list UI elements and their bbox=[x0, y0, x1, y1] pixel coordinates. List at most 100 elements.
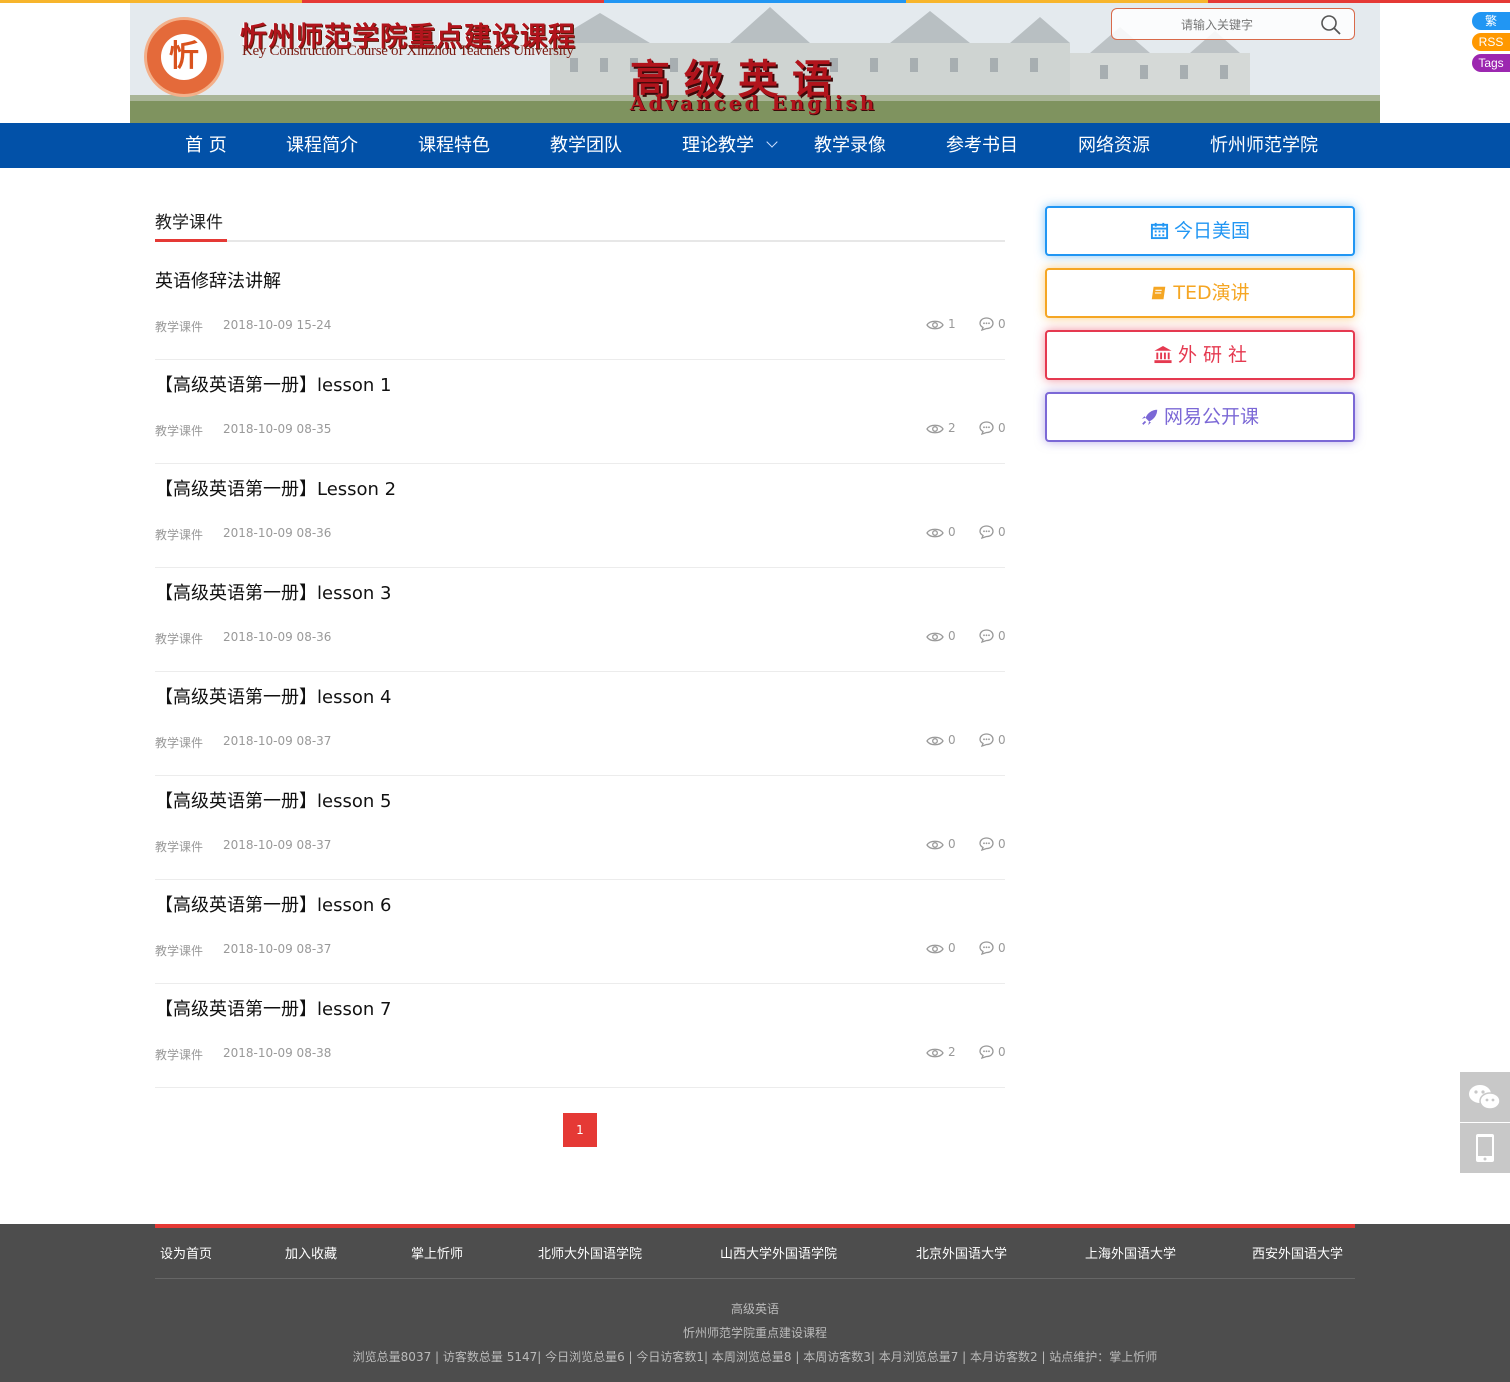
usa-today-button[interactable]: 今日美国 bbox=[1045, 206, 1355, 256]
list-item: 英语修辞法讲解 教学课件 2018-10-09 15-24 1 0 bbox=[155, 256, 1006, 360]
post-category-link[interactable]: 教学课件 bbox=[155, 318, 203, 335]
post-category-link[interactable]: 教学课件 bbox=[155, 630, 203, 647]
comment-icon bbox=[979, 317, 994, 332]
eye-icon bbox=[926, 1048, 944, 1058]
netease-open-course-button[interactable]: 网易公开课 bbox=[1045, 392, 1355, 442]
nav-item-bibliography[interactable]: 参考书目 bbox=[946, 123, 1018, 168]
footer-link-sxu[interactable]: 山西大学外国语学院 bbox=[720, 1243, 837, 1262]
bank-icon bbox=[1154, 345, 1172, 364]
seal-character: 忻 bbox=[161, 34, 207, 80]
post-comments[interactable]: 0 bbox=[979, 733, 1006, 748]
footer-stats: 浏览总量8037 | 访客数总量 5147| 今日浏览总量6 | 今日访客数1|… bbox=[352, 1350, 1158, 1364]
ted-talks-button[interactable]: TED演讲 bbox=[1045, 268, 1355, 318]
post-date: 2018-10-09 08-37 bbox=[223, 838, 332, 852]
post-title-link[interactable]: 【高级英语第一册】lesson 6 bbox=[155, 891, 391, 917]
post-comments-count: 0 bbox=[998, 629, 1006, 643]
course-title-en: Advanced English bbox=[630, 91, 878, 115]
mobile-button[interactable] bbox=[1460, 1123, 1510, 1173]
post-views: 1 bbox=[926, 317, 956, 331]
comment-icon bbox=[979, 421, 994, 436]
list-item: 【高级英语第一册】lesson 3 教学课件 2018-10-09 08-36 0 0 bbox=[155, 568, 1006, 672]
nav-item-home[interactable]: 首 页 bbox=[185, 123, 227, 168]
main-nav: 首 页 课程简介 课程特色 教学团队 理论教学 教学录像 参考书目 网络资源 忻… bbox=[0, 123, 1510, 168]
nav-item-web-resources[interactable]: 网络资源 bbox=[1078, 123, 1150, 168]
post-views: 2 bbox=[926, 1045, 956, 1059]
post-category-link[interactable]: 教学课件 bbox=[155, 838, 203, 855]
post-views-count: 0 bbox=[948, 733, 956, 747]
list-item: 【高级英语第一册】lesson 4 教学课件 2018-10-09 08-37 0 0 bbox=[155, 672, 1006, 776]
footer-link-mobile-site[interactable]: 掌上忻师 bbox=[411, 1243, 463, 1262]
post-comments[interactable]: 0 bbox=[979, 629, 1006, 644]
section-divider-accent bbox=[155, 239, 227, 242]
footer-link-shisu[interactable]: 上海外国语大学 bbox=[1085, 1243, 1176, 1262]
post-date: 2018-10-09 08-37 bbox=[223, 734, 332, 748]
comment-icon bbox=[979, 837, 994, 852]
post-title-link[interactable]: 【高级英语第一册】lesson 4 bbox=[155, 683, 391, 709]
eye-icon bbox=[926, 320, 944, 330]
footer-accent-bar bbox=[155, 1224, 1355, 1228]
netease-open-course-label: 网易公开课 bbox=[1163, 406, 1259, 428]
nav-item-label: 理论教学 bbox=[682, 135, 754, 156]
post-comments[interactable]: 0 bbox=[979, 1045, 1006, 1060]
list-item: 【高级英语第一册】lesson 6 教学课件 2018-10-09 08-37 0 0 bbox=[155, 880, 1006, 984]
tags-badge[interactable]: Tags bbox=[1472, 54, 1510, 72]
post-category-link[interactable]: 教学课件 bbox=[155, 942, 203, 959]
footer-link-bnu[interactable]: 北师大外国语学院 bbox=[538, 1243, 642, 1262]
post-title-link[interactable]: 英语修辞法讲解 bbox=[155, 267, 281, 293]
post-title-link[interactable]: 【高级英语第一册】Lesson 2 bbox=[155, 475, 396, 501]
footer-link-xisu[interactable]: 西安外国语大学 bbox=[1252, 1243, 1343, 1262]
nav-item-course-intro[interactable]: 课程简介 bbox=[286, 123, 358, 168]
footer-link-add-favorite[interactable]: 加入收藏 bbox=[285, 1243, 337, 1262]
post-category-link[interactable]: 教学课件 bbox=[155, 526, 203, 543]
nav-item-teaching-videos[interactable]: 教学录像 bbox=[814, 123, 886, 168]
post-comments[interactable]: 0 bbox=[979, 317, 1006, 332]
post-views: 0 bbox=[926, 525, 956, 539]
eye-icon bbox=[926, 736, 944, 746]
nav-item-label: 忻州师范学院 bbox=[1210, 135, 1318, 156]
rss-badge[interactable]: RSS bbox=[1472, 33, 1510, 51]
nav-item-theory-teaching[interactable]: 理论教学 bbox=[682, 123, 778, 168]
post-category-link[interactable]: 教学课件 bbox=[155, 422, 203, 439]
traditional-chinese-badge[interactable]: 繁 bbox=[1472, 12, 1510, 30]
post-title-link[interactable]: 【高级英语第一册】lesson 1 bbox=[155, 371, 391, 397]
post-views-count: 2 bbox=[948, 421, 956, 435]
nav-item-label: 网络资源 bbox=[1078, 135, 1150, 156]
post-title-link[interactable]: 【高级英语第一册】lesson 7 bbox=[155, 995, 391, 1021]
nav-item-label: 教学团队 bbox=[550, 135, 622, 156]
search-icon[interactable] bbox=[1320, 14, 1342, 36]
post-title-link[interactable]: 【高级英语第一册】lesson 3 bbox=[155, 579, 391, 605]
post-date: 2018-10-09 08-38 bbox=[223, 1046, 332, 1060]
mobile-icon bbox=[1476, 1134, 1494, 1162]
search-input[interactable] bbox=[1122, 14, 1312, 36]
eye-icon bbox=[926, 528, 944, 538]
comment-icon bbox=[979, 525, 994, 540]
nav-item-university[interactable]: 忻州师范学院 bbox=[1210, 123, 1318, 168]
nav-item-teaching-team[interactable]: 教学团队 bbox=[550, 123, 622, 168]
post-views: 0 bbox=[926, 837, 956, 851]
post-comments[interactable]: 0 bbox=[979, 837, 1006, 852]
post-comments[interactable]: 0 bbox=[979, 941, 1006, 956]
post-views: 0 bbox=[926, 941, 956, 955]
comment-icon bbox=[979, 733, 994, 748]
post-comments-count: 0 bbox=[998, 837, 1006, 851]
post-views: 2 bbox=[926, 421, 956, 435]
post-date: 2018-10-09 08-36 bbox=[223, 526, 332, 540]
list-item: 【高级英语第一册】lesson 1 教学课件 2018-10-09 08-35 2 0 bbox=[155, 360, 1006, 464]
post-comments[interactable]: 0 bbox=[979, 525, 1006, 540]
post-category-link[interactable]: 教学课件 bbox=[155, 1046, 203, 1063]
post-title-link[interactable]: 【高级英语第一册】lesson 5 bbox=[155, 787, 391, 813]
pagination-page-1[interactable]: 1 bbox=[563, 1113, 597, 1147]
search-box bbox=[1111, 8, 1355, 40]
nav-item-label: 课程简介 bbox=[286, 135, 358, 156]
footer-link-set-homepage[interactable]: 设为首页 bbox=[160, 1243, 212, 1262]
post-category-link[interactable]: 教学课件 bbox=[155, 734, 203, 751]
eye-icon bbox=[926, 632, 944, 642]
fltrp-button[interactable]: 外 研 社 bbox=[1045, 330, 1355, 380]
footer-link-bfsu[interactable]: 北京外国语大学 bbox=[916, 1243, 1007, 1262]
eye-icon bbox=[926, 840, 944, 850]
post-date: 2018-10-09 08-36 bbox=[223, 630, 332, 644]
post-comments[interactable]: 0 bbox=[979, 421, 1006, 436]
nav-item-label: 课程特色 bbox=[418, 135, 490, 156]
wechat-button[interactable] bbox=[1460, 1072, 1510, 1122]
nav-item-course-features[interactable]: 课程特色 bbox=[418, 123, 490, 168]
